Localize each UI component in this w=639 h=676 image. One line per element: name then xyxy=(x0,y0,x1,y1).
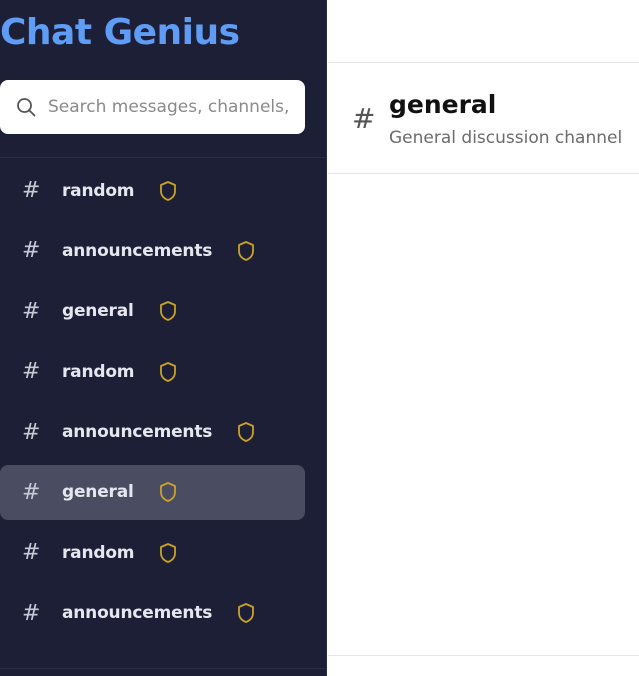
shield-icon xyxy=(160,542,177,563)
channel-name: general xyxy=(62,301,134,322)
channel-list: # random # announcements # general # random # ann… xyxy=(0,163,327,646)
search-icon xyxy=(17,98,36,117)
hash-icon: # xyxy=(22,479,41,505)
top-bar-divider xyxy=(328,62,639,63)
hash-icon: # xyxy=(22,540,41,566)
shield-icon xyxy=(159,301,176,322)
hash-icon: # xyxy=(22,359,41,385)
hash-icon: # xyxy=(22,419,41,445)
channel-description: General discussion channel xyxy=(389,128,623,148)
hash-icon: # xyxy=(22,298,41,324)
channel-name: random xyxy=(62,180,135,201)
sidebar-item-random[interactable]: # random xyxy=(0,525,305,580)
shield-icon xyxy=(238,422,255,442)
sidebar-item-announcements[interactable]: # announcements xyxy=(0,223,305,278)
sidebar-item-random[interactable]: # random xyxy=(0,163,305,218)
header-divider xyxy=(328,173,639,174)
sidebar-divider-bottom xyxy=(0,668,327,669)
shield-icon xyxy=(159,482,176,503)
search-box[interactable] xyxy=(0,80,305,134)
channel-name: announcements xyxy=(62,240,213,261)
sidebar-item-announcements[interactable]: # announcements xyxy=(0,405,305,460)
sidebar-item-general[interactable]: # general xyxy=(0,284,305,339)
search-input[interactable] xyxy=(48,97,288,117)
hash-icon: # xyxy=(22,178,41,203)
shield-icon xyxy=(238,240,255,261)
sidebar: Chat Genius # random # announcements # genera… xyxy=(0,0,327,676)
sidebar-divider xyxy=(0,157,327,158)
app-title: Chat Genius xyxy=(0,12,240,53)
channel-name: random xyxy=(62,361,135,382)
shield-icon xyxy=(238,603,255,624)
hash-icon: # xyxy=(22,600,41,626)
channel-name: random xyxy=(62,542,135,563)
channel-name: announcements xyxy=(62,422,213,443)
sidebar-item-general[interactable]: # general xyxy=(0,464,305,520)
hash-icon: # xyxy=(352,102,376,135)
channel-name: general xyxy=(62,482,134,503)
sidebar-item-random[interactable]: # random xyxy=(0,344,305,399)
footer-divider xyxy=(328,655,639,656)
hash-icon: # xyxy=(22,238,41,264)
shield-icon xyxy=(160,361,177,382)
channel-title: general xyxy=(389,90,497,119)
sidebar-item-announcements[interactable]: # announcements xyxy=(0,586,305,641)
channel-name: announcements xyxy=(62,603,213,624)
shield-icon xyxy=(160,180,177,201)
